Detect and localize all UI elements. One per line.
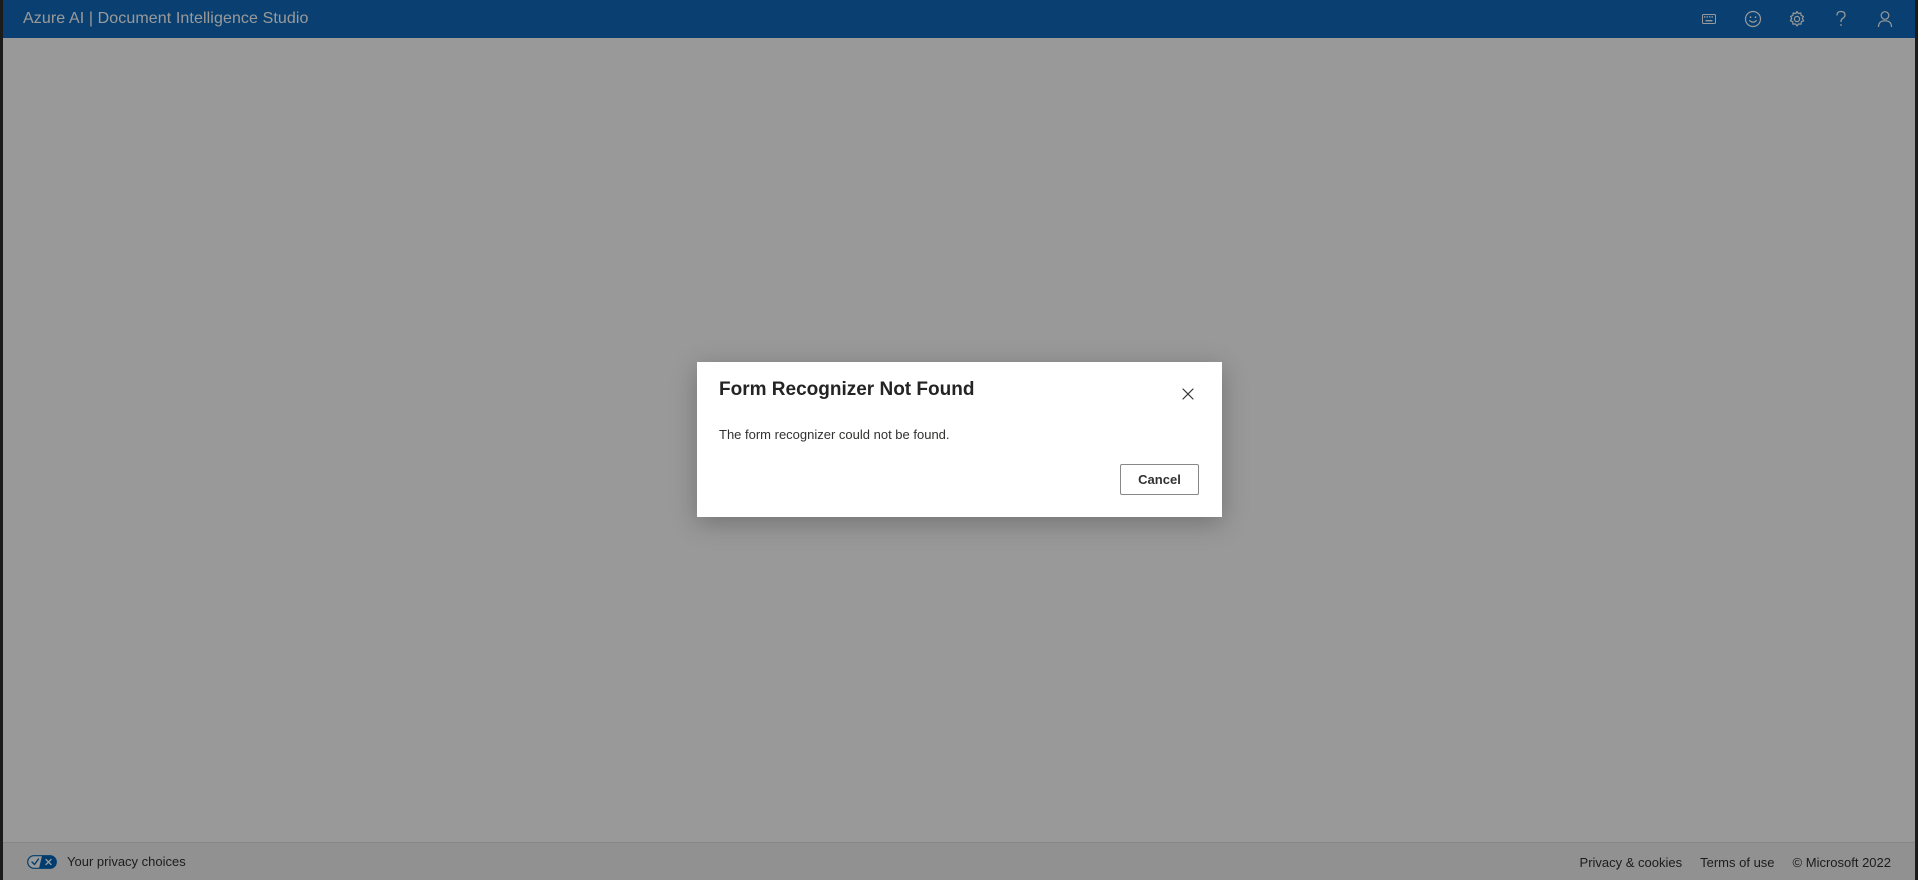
close-icon[interactable] [1176, 382, 1200, 406]
cancel-button[interactable]: Cancel [1120, 464, 1199, 495]
dialog-message: The form recognizer could not be found. [719, 427, 950, 442]
error-dialog: Form Recognizer Not Found The form recog… [697, 362, 1222, 517]
dialog-title: Form Recognizer Not Found [719, 379, 975, 400]
